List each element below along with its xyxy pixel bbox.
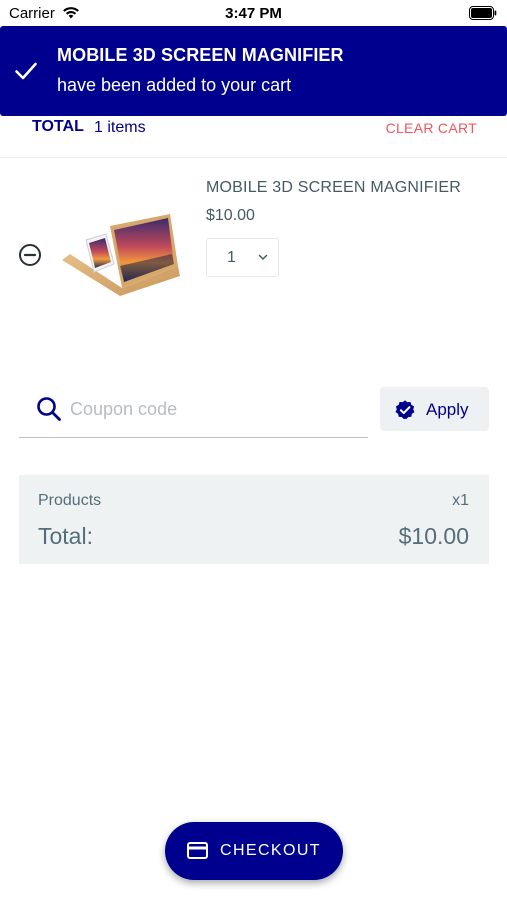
order-summary: Products x1 Total: $10.00 <box>19 475 489 564</box>
battery-icon <box>469 6 497 20</box>
cart-item-name[interactable]: MOBILE 3D SCREEN MAGNIFIER <box>206 179 461 197</box>
clear-cart-button[interactable]: CLEAR CART <box>386 120 477 136</box>
toast-title: MOBILE 3D SCREEN MAGNIFIER <box>57 45 344 65</box>
remove-circle-icon[interactable] <box>18 243 42 267</box>
coupon-code-input[interactable] <box>70 389 360 429</box>
clock: 3:47 PM <box>225 5 282 22</box>
summary-products-label: Products <box>38 492 102 509</box>
verified-badge-icon <box>395 400 415 420</box>
apply-label: Apply <box>426 400 469 419</box>
coupon-underline <box>19 437 368 438</box>
quantity-value: 1 <box>227 249 236 266</box>
cart-item-price: $10.00 <box>206 207 255 224</box>
checkout-label: CHECKOUT <box>220 842 321 859</box>
summary-total-label: Total: <box>38 523 93 549</box>
toast-message: have been added to your cart <box>57 75 292 95</box>
check-icon <box>15 62 37 80</box>
cart-item-count: 1 items <box>94 119 146 136</box>
checkout-button[interactable]: CHECKOUT <box>165 822 343 880</box>
apply-coupon-button[interactable]: Apply <box>380 387 489 431</box>
chevron-down-icon <box>258 254 268 261</box>
summary-products-qty: x1 <box>452 492 469 509</box>
search-icon <box>37 397 61 421</box>
header-divider <box>0 157 507 158</box>
product-image[interactable] <box>60 206 185 298</box>
status-bar: Carrier 3:47 PM <box>0 0 507 27</box>
total-label: TOTAL <box>32 118 84 135</box>
added-to-cart-toast[interactable]: MOBILE 3D SCREEN MAGNIFIER have been add… <box>0 26 507 116</box>
quantity-select[interactable]: 1 <box>206 238 279 277</box>
summary-total-value: $10.00 <box>398 523 469 549</box>
credit-card-icon <box>187 842 208 859</box>
